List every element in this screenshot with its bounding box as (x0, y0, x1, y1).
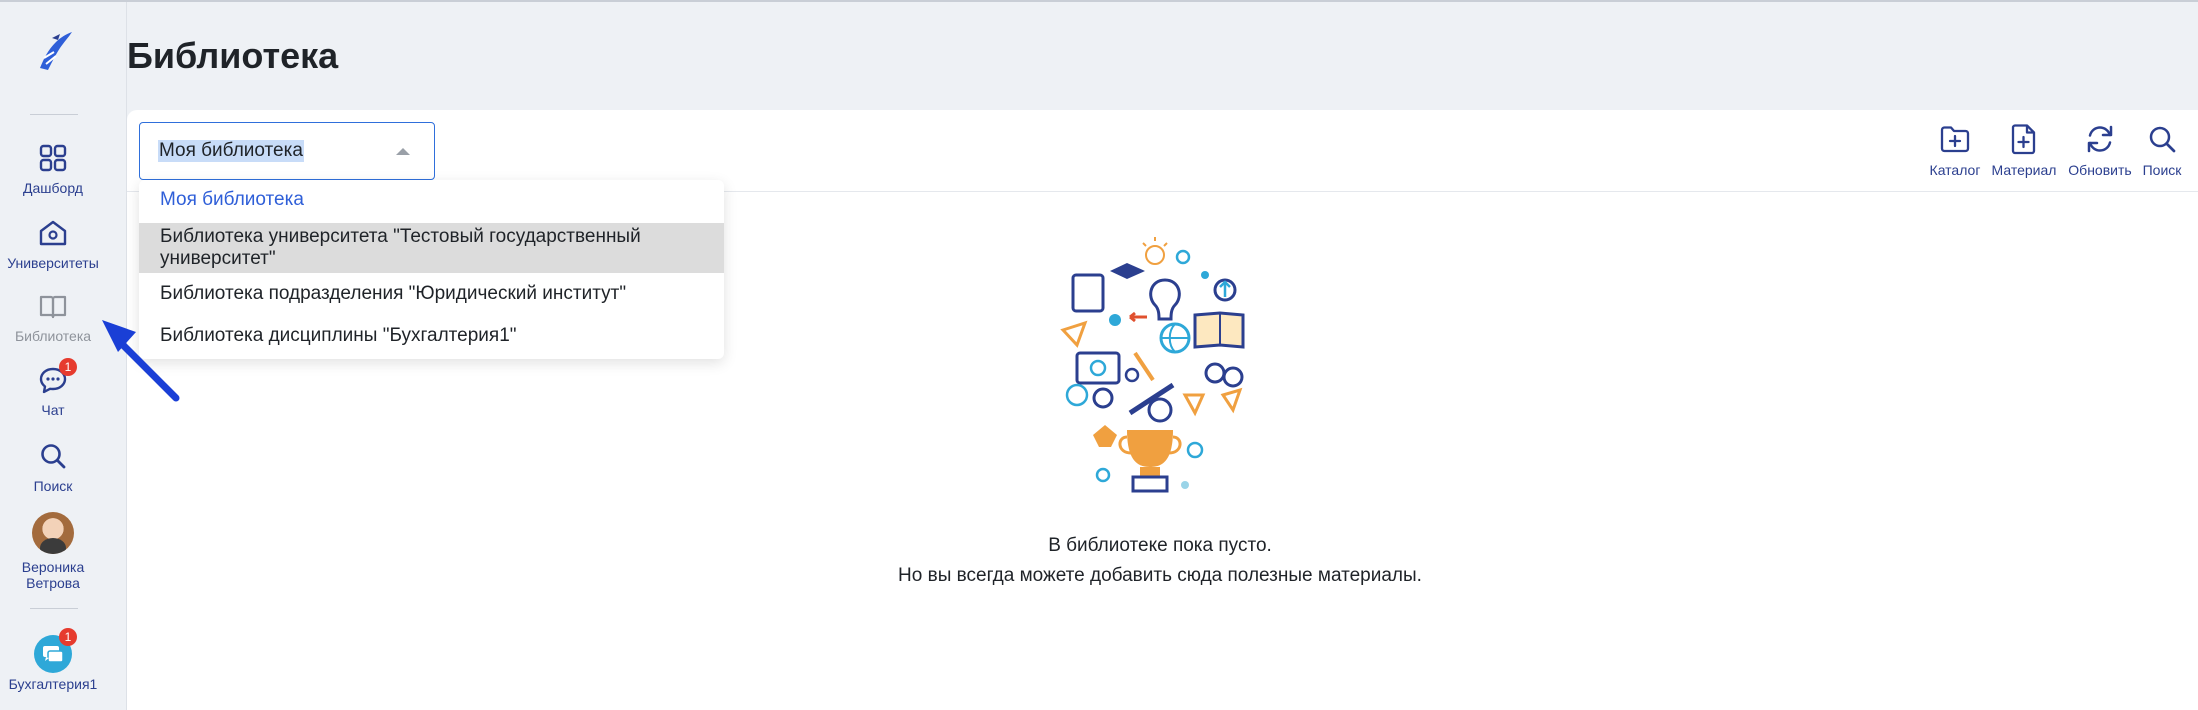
catalog-button[interactable]: Каталог (1920, 122, 1990, 178)
dropdown-option[interactable]: Библиотека дисциплины "Бухгалтерия1" (139, 324, 724, 358)
dropdown-option[interactable]: Библиотека университета "Тестовый госуда… (139, 223, 724, 273)
sidebar-item-dashboard[interactable]: Дашборд (0, 142, 106, 196)
sidebar-item-library[interactable]: Библиотека (0, 290, 106, 344)
sidebar-user-profile[interactable]: Вероника Ветрова (0, 512, 106, 591)
book-icon (39, 295, 67, 319)
library-dropdown: Моя библиотека Библиотека университета "… (139, 180, 724, 359)
sidebar-divider (30, 114, 78, 115)
sidebar-item-chat[interactable]: 1 Чат (0, 358, 106, 418)
library-select[interactable]: Моя библиотека (139, 122, 435, 180)
user-name-first: Вероника (21, 559, 85, 575)
university-icon (39, 220, 67, 246)
chat-icon-wrap: 1 (37, 358, 77, 396)
group-chat-icon-wrap: 1 (33, 628, 77, 674)
top-border (0, 0, 2198, 2)
group-chat-badge: 1 (59, 628, 77, 646)
chevron-up-icon (396, 148, 410, 155)
pointer-arrow-icon (102, 320, 180, 402)
add-file-icon (2011, 124, 2036, 155)
education-illustration-icon (1060, 237, 1245, 493)
material-button[interactable]: Материал (1989, 122, 2059, 178)
library-select-value: Моя библиотека (158, 140, 304, 162)
sidebar-item-label: Поиск (33, 478, 73, 494)
sidebar-item-label: Библиотека (14, 328, 92, 344)
dropdown-option[interactable]: Моя библиотека (139, 188, 724, 222)
empty-state-subtitle: Но вы всегда можете добавить сюда полезн… (898, 565, 1422, 586)
chat-badge: 1 (59, 358, 77, 376)
sidebar-divider (30, 608, 78, 609)
sidebar-item-label: Дашборд (23, 180, 83, 196)
logo-icon[interactable] (30, 28, 76, 74)
refresh-label: Обновить (2068, 162, 2132, 178)
catalog-label: Каталог (1929, 162, 1981, 178)
sidebar-item-label: Бухгалтерия1 (8, 676, 98, 692)
refresh-icon (2087, 125, 2113, 153)
sidebar-item-label: Университеты (7, 255, 99, 271)
sidebar-item-label: Чат (41, 402, 65, 418)
search-label: Поиск (2142, 162, 2182, 178)
add-folder-icon (1940, 126, 1970, 153)
grid-icon (39, 144, 67, 172)
avatar (32, 512, 74, 554)
empty-state-title: В библиотеке пока пусто. (1048, 535, 1272, 556)
dropdown-option[interactable]: Библиотека подразделения "Юридический ин… (139, 282, 724, 316)
sidebar-item-search[interactable]: Поиск (0, 440, 106, 494)
search-icon (41, 444, 66, 469)
refresh-button[interactable]: Обновить (2065, 122, 2135, 178)
user-name-last: Ветрова (26, 575, 80, 591)
sidebar-item-group-chat[interactable]: 1 Бухгалтерия1 (0, 628, 106, 692)
material-label: Материал (1991, 162, 2057, 178)
search-icon (2149, 126, 2176, 153)
page-title: Библиотека (127, 35, 339, 76)
sidebar-item-universities[interactable]: Университеты (0, 217, 106, 271)
search-button[interactable]: Поиск (2127, 122, 2197, 178)
